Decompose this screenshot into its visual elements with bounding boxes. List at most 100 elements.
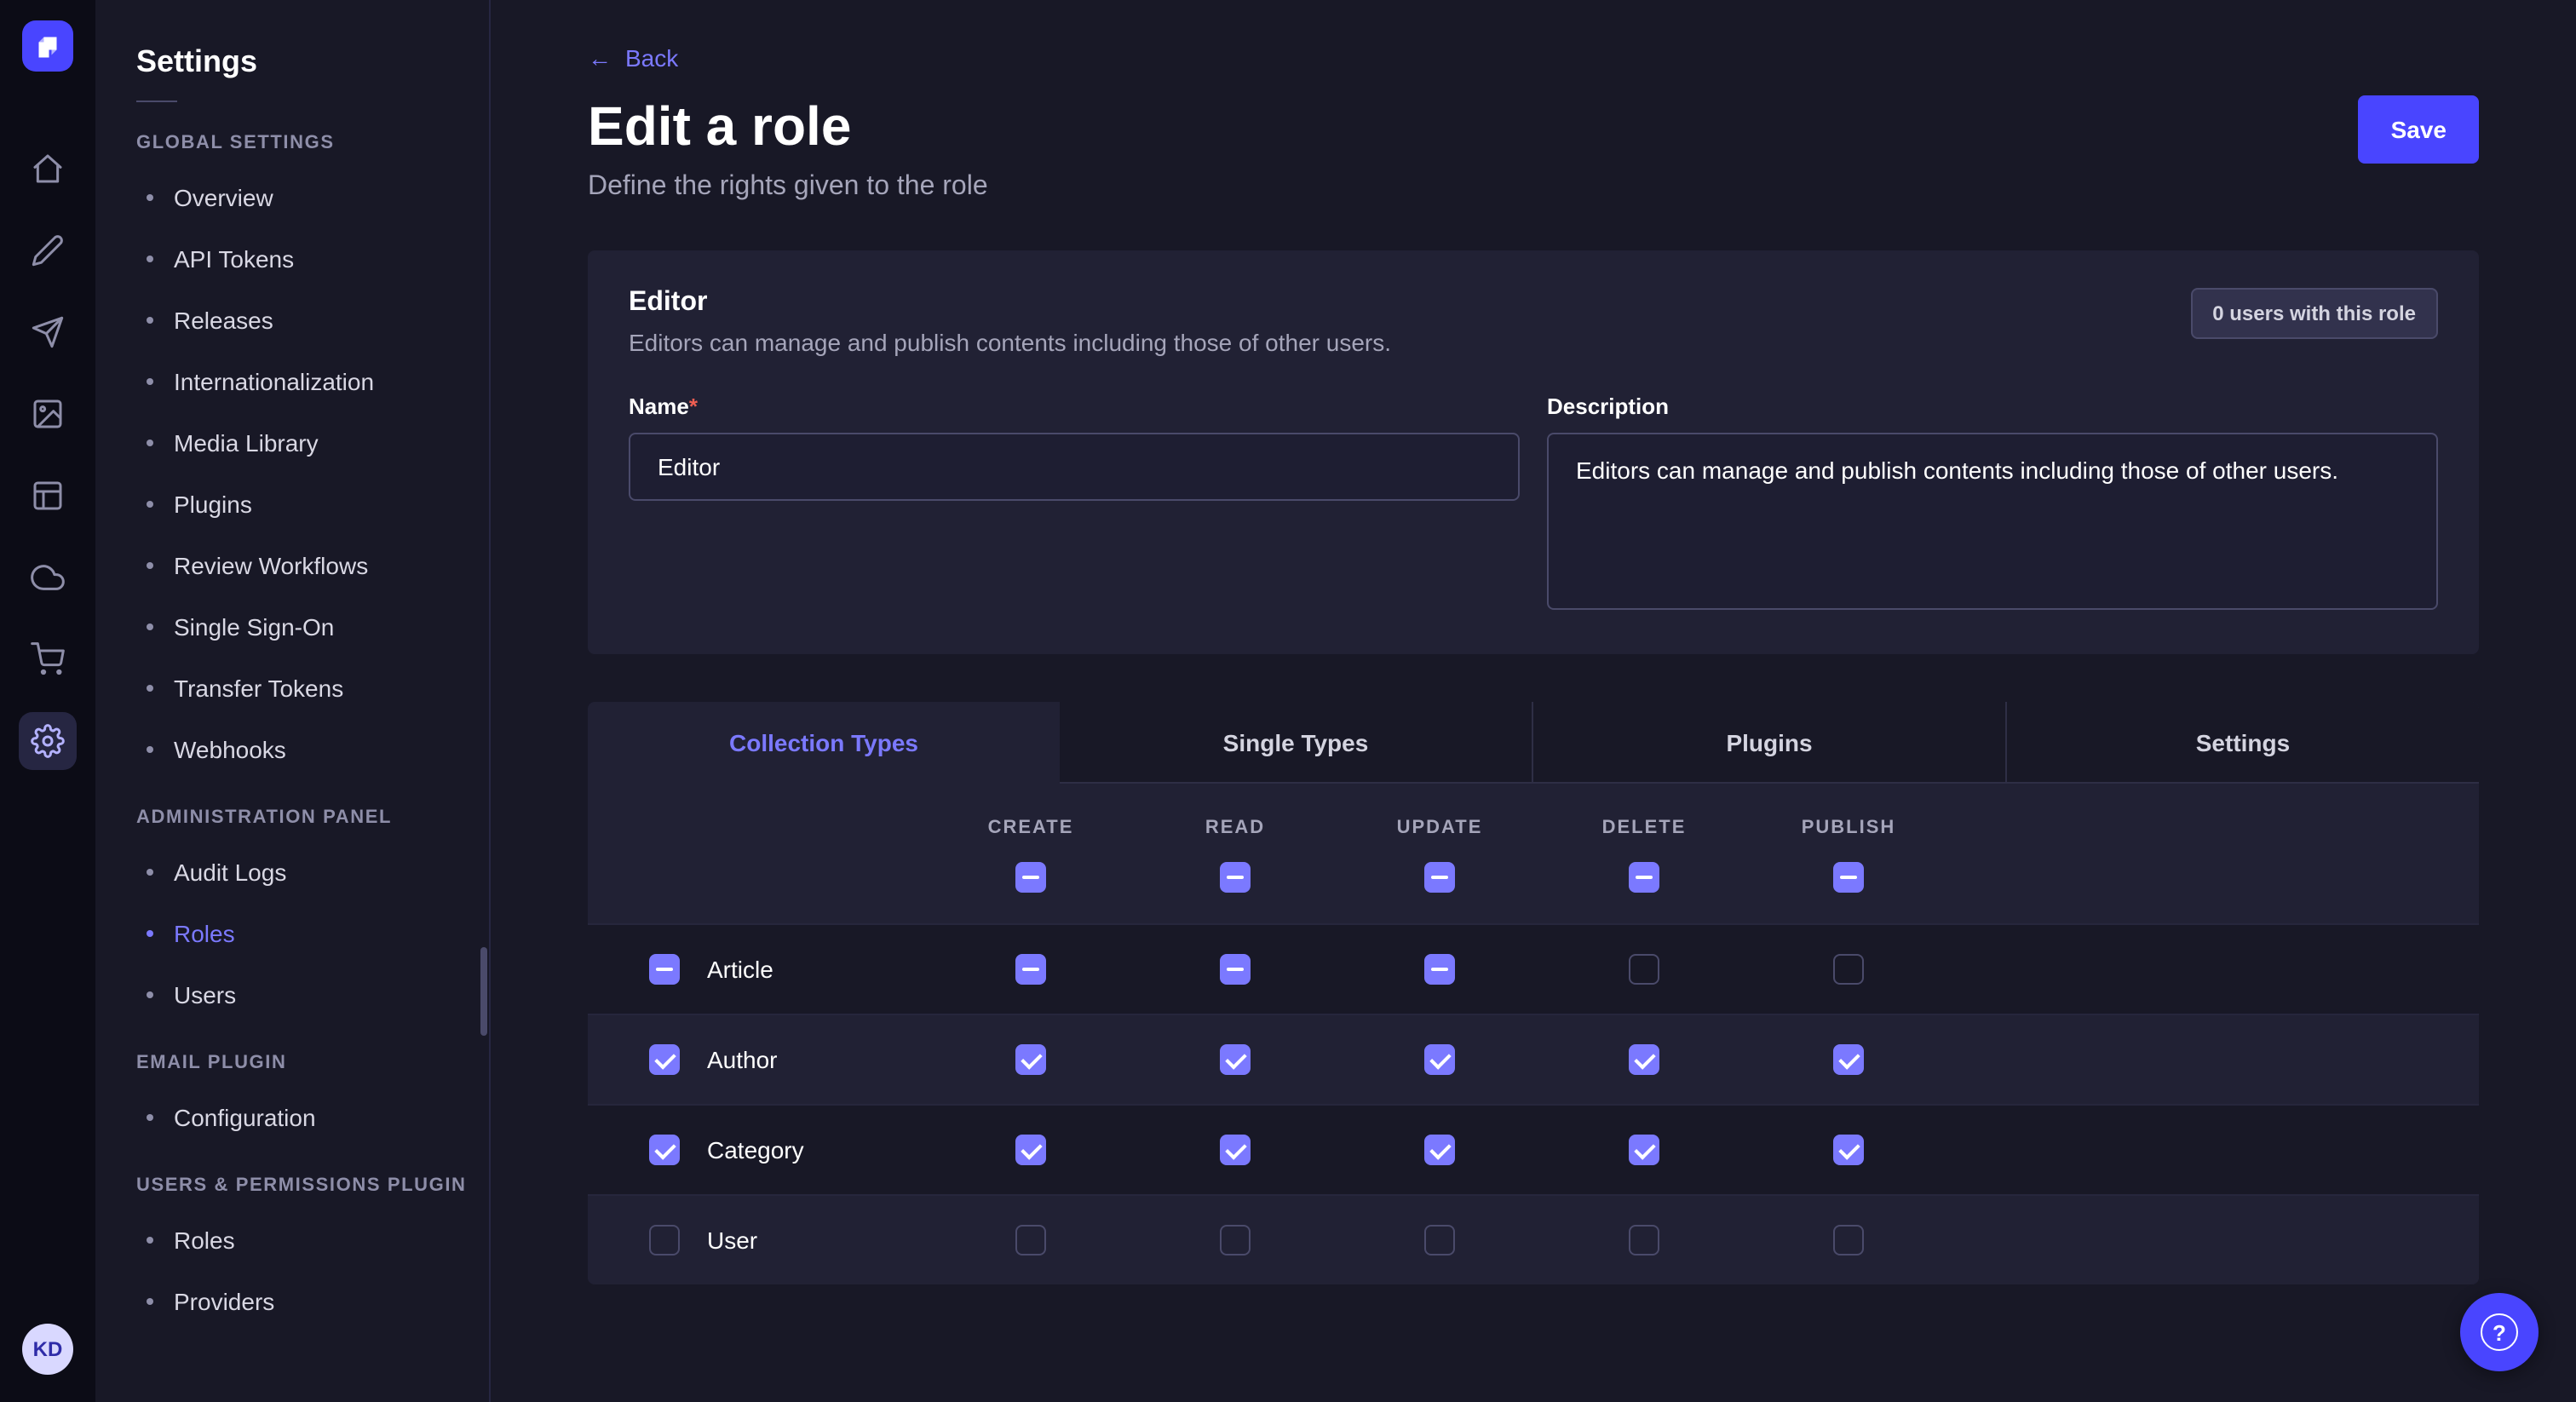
category-create-checkbox[interactable]: [1015, 1135, 1046, 1165]
role-description-text: Editors can manage and publish contents …: [629, 329, 1391, 356]
table-row-user: User: [588, 1194, 2479, 1284]
column-delete: DELETE: [1602, 818, 1687, 838]
bullet-icon: [147, 194, 153, 201]
author-read-checkbox[interactable]: [1220, 1044, 1251, 1075]
category-publish-checkbox[interactable]: [1833, 1135, 1864, 1165]
nav-rail: KD: [0, 0, 95, 1402]
bullet-icon: [147, 501, 153, 508]
bullet-icon: [147, 378, 153, 385]
sidebar-item-webhooks[interactable]: Webhooks: [136, 719, 489, 780]
sidebar-item-internationalization[interactable]: Internationalization: [136, 351, 489, 412]
sidebar-item-users[interactable]: Users: [136, 964, 489, 1026]
bullet-icon: [147, 930, 153, 937]
bullet-icon: [147, 1298, 153, 1305]
category-row-checkbox[interactable]: [649, 1135, 680, 1165]
article-delete-checkbox[interactable]: [1629, 954, 1659, 985]
table-row-article: Article: [588, 923, 2479, 1014]
back-link[interactable]: ← Back: [588, 44, 678, 72]
article-row-checkbox[interactable]: [649, 954, 680, 985]
permissions-tabs: Collection Types Single Types Plugins Se…: [588, 702, 2479, 784]
author-update-checkbox[interactable]: [1424, 1044, 1455, 1075]
column-update: UPDATE: [1397, 818, 1483, 838]
row-label: User: [707, 1227, 757, 1254]
bullet-icon: [147, 1114, 153, 1121]
strapi-logo[interactable]: [22, 20, 73, 72]
settings-gear-icon[interactable]: [19, 712, 77, 770]
sidebar-item-media-library[interactable]: Media Library: [136, 412, 489, 474]
bullet-icon: [147, 746, 153, 753]
bullet-icon: [147, 317, 153, 324]
tab-plugins[interactable]: Plugins: [1532, 702, 2005, 784]
bullet-icon: [147, 685, 153, 692]
question-mark-icon: ?: [2481, 1313, 2518, 1351]
page-header: ← Back Edit a role Define the rights giv…: [588, 44, 2479, 203]
help-button[interactable]: ?: [2460, 1293, 2539, 1371]
bullet-icon: [147, 869, 153, 876]
column-publish: PUBLISH: [1802, 818, 1896, 838]
sidebar-item-overview[interactable]: Overview: [136, 167, 489, 228]
sidebar-item-releases[interactable]: Releases: [136, 290, 489, 351]
home-icon[interactable]: [19, 140, 77, 198]
select-all-delete-checkbox[interactable]: [1629, 862, 1659, 893]
article-publish-checkbox[interactable]: [1833, 954, 1864, 985]
sidebar-item-configuration[interactable]: Configuration: [136, 1087, 489, 1148]
user-row-checkbox[interactable]: [649, 1225, 680, 1255]
marketplace-cart-icon[interactable]: [19, 630, 77, 688]
sidebar-item-plugins[interactable]: Plugins: [136, 474, 489, 535]
releases-paper-plane-icon[interactable]: [19, 303, 77, 361]
sidebar-item-roles[interactable]: Roles: [136, 903, 489, 964]
back-label: Back: [625, 44, 678, 72]
select-all-update-checkbox[interactable]: [1424, 862, 1455, 893]
name-input[interactable]: [629, 433, 1520, 501]
sidebar-title: Settings: [136, 44, 489, 80]
table-row-author: Author: [588, 1014, 2479, 1104]
sidebar-item-providers[interactable]: Providers: [136, 1271, 489, 1332]
select-all-create-checkbox[interactable]: [1015, 862, 1046, 893]
row-label: Article: [707, 956, 773, 983]
content-type-builder-icon[interactable]: [19, 467, 77, 525]
select-all-read-checkbox[interactable]: [1220, 862, 1251, 893]
section-users-permissions-plugin: USERS & PERMISSIONS PLUGIN: [136, 1175, 489, 1196]
user-publish-checkbox[interactable]: [1833, 1225, 1864, 1255]
category-update-checkbox[interactable]: [1424, 1135, 1455, 1165]
category-delete-checkbox[interactable]: [1629, 1135, 1659, 1165]
user-read-checkbox[interactable]: [1220, 1225, 1251, 1255]
sidebar-item-single-sign-on[interactable]: Single Sign-On: [136, 596, 489, 658]
user-delete-checkbox[interactable]: [1629, 1225, 1659, 1255]
description-textarea[interactable]: Editors can manage and publish contents …: [1547, 433, 2438, 610]
save-button[interactable]: Save: [2359, 95, 2479, 164]
bullet-icon: [147, 991, 153, 998]
settings-sidebar: Settings GLOBAL SETTINGS Overview API To…: [95, 0, 491, 1402]
author-delete-checkbox[interactable]: [1629, 1044, 1659, 1075]
article-create-checkbox[interactable]: [1015, 954, 1046, 985]
media-library-icon[interactable]: [19, 385, 77, 443]
table-row-category: Category: [588, 1104, 2479, 1194]
role-name-heading: Editor: [629, 288, 1391, 319]
tab-settings[interactable]: Settings: [2005, 702, 2479, 784]
tab-collection-types[interactable]: Collection Types: [588, 702, 1060, 784]
sidebar-item-api-tokens[interactable]: API Tokens: [136, 228, 489, 290]
author-row-checkbox[interactable]: [649, 1044, 680, 1075]
article-update-checkbox[interactable]: [1424, 954, 1455, 985]
user-create-checkbox[interactable]: [1015, 1225, 1046, 1255]
sidebar-item-audit-logs[interactable]: Audit Logs: [136, 842, 489, 903]
sidebar-item-transfer-tokens[interactable]: Transfer Tokens: [136, 658, 489, 719]
sidebar-item-up-roles[interactable]: Roles: [136, 1210, 489, 1271]
permissions-card: Collection Types Single Types Plugins Se…: [588, 702, 2479, 1284]
author-publish-checkbox[interactable]: [1833, 1044, 1864, 1075]
category-read-checkbox[interactable]: [1220, 1135, 1251, 1165]
bullet-icon: [147, 256, 153, 262]
avatar[interactable]: KD: [22, 1324, 73, 1375]
author-create-checkbox[interactable]: [1015, 1044, 1046, 1075]
sidebar-item-review-workflows[interactable]: Review Workflows: [136, 535, 489, 596]
tab-single-types[interactable]: Single Types: [1060, 702, 1532, 784]
cloud-icon[interactable]: [19, 549, 77, 606]
content-manager-icon[interactable]: [19, 221, 77, 279]
user-update-checkbox[interactable]: [1424, 1225, 1455, 1255]
permissions-table-header: CREATE READ UPDATE DELETE PUBLISH: [588, 784, 2479, 923]
sidebar-scrollbar[interactable]: [480, 947, 487, 1036]
back-arrow-icon: ←: [588, 44, 612, 72]
article-read-checkbox[interactable]: [1220, 954, 1251, 985]
required-asterisk: *: [689, 394, 698, 419]
select-all-publish-checkbox[interactable]: [1833, 862, 1864, 893]
